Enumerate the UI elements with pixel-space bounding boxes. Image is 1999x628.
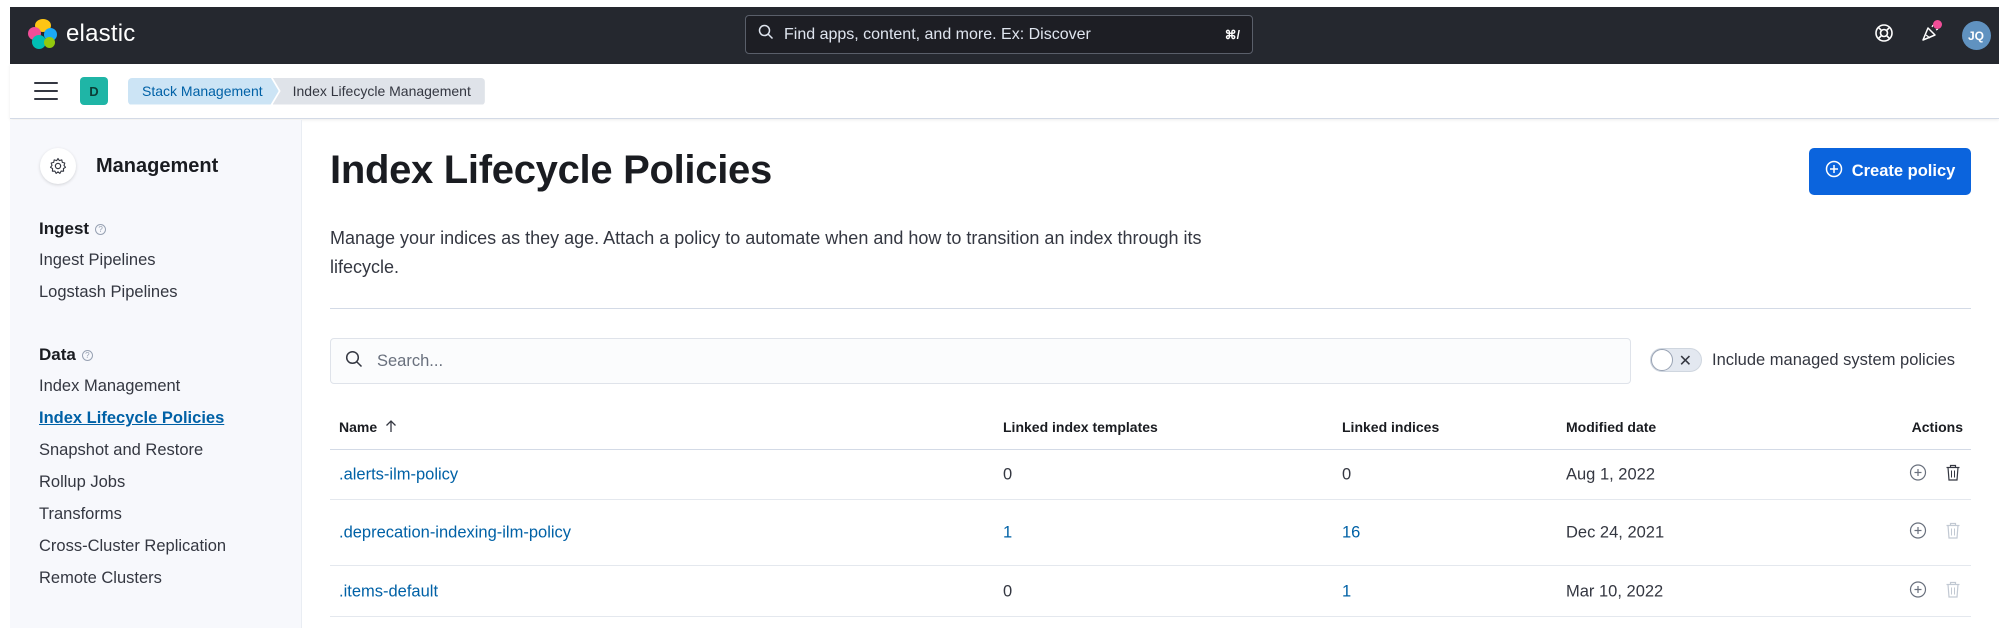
divider	[330, 308, 1971, 309]
sidebar-item-index-lifecycle-policies[interactable]: Index Lifecycle Policies	[39, 409, 224, 428]
breadcrumb-bar: D Stack Management Index Lifecycle Manag…	[10, 64, 1999, 119]
column-header-linked-templates: Linked index templates	[1003, 419, 1158, 435]
add-policy-to-template-icon[interactable]	[1909, 580, 1927, 603]
search-icon	[758, 24, 774, 45]
user-menu-button[interactable]: JQ	[1953, 7, 1999, 64]
linked-templates-value: 0	[1003, 465, 1013, 483]
elastic-logo[interactable]: elastic	[28, 19, 135, 49]
search-icon	[345, 350, 363, 373]
breadcrumb: Stack Management Index Lifecycle Managem…	[128, 77, 485, 105]
column-header-modified-date: Modified date	[1566, 419, 1657, 435]
add-policy-to-template-icon[interactable]	[1909, 522, 1927, 545]
sidebar-group-label: Data	[39, 345, 76, 364]
page-title: Index Lifecycle Policies	[330, 148, 772, 192]
sidebar-item-cross-cluster-replication[interactable]: Cross-Cluster Replication	[39, 537, 226, 556]
sidebar-group-label: Ingest	[39, 219, 90, 238]
table-row: .items-default 0 1 Mar 10, 2022	[330, 567, 1971, 617]
sidebar-header: Management	[40, 148, 218, 184]
sidebar-item-remote-clusters[interactable]: Remote Clusters	[39, 569, 162, 588]
description-line-1: Manage your indices as they age. Attach …	[330, 228, 1202, 248]
policy-search-input[interactable]: Search...	[330, 338, 1631, 384]
managed-policies-toggle[interactable]: ✕	[1650, 348, 1702, 372]
sort-ascending-icon	[385, 419, 397, 436]
linked-templates-link[interactable]: 1	[1003, 524, 1012, 543]
modified-date-value: Mar 10, 2022	[1566, 582, 1664, 600]
management-sidebar: Management Ingest ? Ingest Pipelines Log…	[10, 120, 302, 628]
space-selector[interactable]: D	[80, 77, 108, 105]
global-header: elastic Find apps, content, and more. Ex…	[10, 7, 1999, 64]
column-header-name[interactable]: Name	[339, 412, 397, 442]
create-policy-button[interactable]: Create policy	[1809, 148, 1971, 195]
header-actions: JQ	[1861, 7, 1999, 64]
gear-icon	[40, 148, 76, 184]
row-actions	[1909, 580, 1961, 603]
column-header-actions: Actions	[1911, 419, 1963, 435]
table-row: .deprecation-indexing-ilm-policy 1 16 De…	[330, 501, 1971, 566]
trash-icon-disabled	[1945, 580, 1961, 603]
policy-name-link[interactable]: .alerts-ilm-policy	[339, 465, 458, 484]
sidebar-group-ingest: Ingest ?	[39, 219, 107, 239]
sidebar-item-transforms[interactable]: Transforms	[39, 505, 122, 524]
row-actions	[1909, 522, 1961, 545]
row-actions	[1909, 463, 1961, 486]
sidebar-item-ingest-pipelines[interactable]: Ingest Pipelines	[39, 251, 156, 270]
sidebar-item-rollup-jobs[interactable]: Rollup Jobs	[39, 473, 125, 492]
modified-date-value: Dec 24, 2021	[1566, 523, 1665, 542]
elastic-logo-icon	[28, 19, 58, 49]
breadcrumb-stack-management[interactable]: Stack Management	[128, 78, 279, 105]
trash-icon[interactable]	[1945, 463, 1961, 486]
add-policy-to-template-icon[interactable]	[1909, 463, 1927, 486]
policy-name-link[interactable]: .items-default	[339, 582, 438, 601]
column-header-linked-indices: Linked indices	[1342, 419, 1440, 435]
linked-templates-value: 0	[1003, 582, 1013, 600]
avatar: JQ	[1961, 21, 1991, 50]
brand-name: elastic	[66, 20, 136, 47]
trash-icon-disabled	[1945, 522, 1961, 545]
main-content: Index Lifecycle Policies Create policy M…	[330, 120, 1971, 628]
column-header-label: Name	[339, 419, 378, 435]
global-search-input[interactable]: Find apps, content, and more. Ex: Discov…	[745, 15, 1253, 54]
news-feed-button[interactable]	[1907, 7, 1953, 64]
help-button[interactable]	[1861, 7, 1907, 64]
notification-dot	[1933, 20, 1942, 29]
table-row: .alerts-ilm-policy 0 0 Aug 1, 2022	[330, 450, 1971, 500]
page-description: Manage your indices as they age. Attach …	[330, 224, 1370, 282]
managed-policies-toggle-label: Include managed system policies	[1712, 350, 1956, 369]
create-policy-label: Create policy	[1851, 162, 1956, 180]
linked-indices-link[interactable]: 16	[1342, 524, 1360, 543]
modified-date-value: Aug 1, 2022	[1566, 465, 1655, 483]
window-edge	[0, 0, 10, 628]
policy-name-link[interactable]: .deprecation-indexing-ilm-policy	[339, 524, 571, 543]
sidebar-title: Management	[96, 154, 219, 177]
linked-indices-value: 0	[1342, 465, 1352, 483]
managed-policies-toggle-wrap: ✕ Include managed system policies	[1650, 348, 1955, 372]
help-lifebuoy-icon	[1874, 23, 1894, 48]
global-search-placeholder: Find apps, content, and more. Ex: Discov…	[784, 25, 1091, 43]
policy-search-placeholder: Search...	[377, 351, 444, 370]
info-icon[interactable]: ?	[81, 349, 93, 361]
info-icon[interactable]: ?	[95, 223, 107, 235]
search-shortcut-hint: ⌘/	[1224, 27, 1240, 42]
toggle-knob	[1651, 349, 1673, 371]
sidebar-group-data: Data ?	[39, 345, 93, 365]
cross-icon: ✕	[1678, 353, 1692, 370]
breadcrumb-index-lifecycle-management: Index Lifecycle Management	[272, 77, 485, 105]
sidebar-item-index-management[interactable]: Index Management	[39, 377, 180, 396]
sidebar-item-logstash-pipelines[interactable]: Logstash Pipelines	[39, 283, 178, 302]
menu-toggle-icon[interactable]	[34, 82, 58, 100]
sidebar-item-snapshot-and-restore[interactable]: Snapshot and Restore	[39, 441, 203, 460]
plus-circle-icon	[1825, 160, 1843, 183]
linked-indices-link[interactable]: 1	[1342, 582, 1351, 601]
description-line-2: lifecycle.	[330, 257, 400, 277]
